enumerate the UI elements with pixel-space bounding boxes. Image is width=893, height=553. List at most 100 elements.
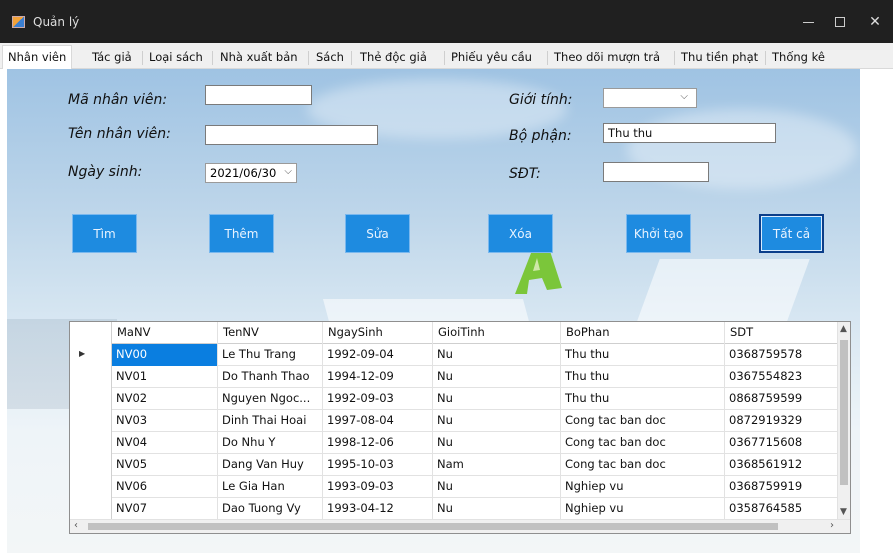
them-button[interactable]: Thêm (209, 214, 274, 253)
xoa-button[interactable]: Xóa (488, 214, 553, 253)
close-button[interactable]: ✕ (860, 8, 890, 36)
cell-sdt[interactable]: 0368561912 (725, 454, 840, 476)
cell-sdt[interactable]: 0367715608 (725, 432, 840, 454)
tab-tac-gia[interactable]: Tác giả (92, 48, 132, 68)
vertical-scrollbar[interactable]: ▲ ▼ (837, 322, 850, 519)
row-header[interactable] (70, 432, 112, 454)
cell-gioitinh[interactable]: Nu (433, 366, 561, 388)
ma-nv-input[interactable] (205, 85, 312, 105)
tat-ca-button[interactable]: Tất cả (759, 214, 824, 253)
cell-ngaysinh[interactable]: 1994-12-09 (323, 366, 433, 388)
bo-phan-input[interactable]: Thu thu (603, 123, 776, 143)
tab-the-doc-gia[interactable]: Thẻ độc giả (360, 48, 427, 68)
horizontal-scroll-thumb[interactable] (88, 523, 778, 530)
cell-gioitinh[interactable]: Nam (433, 454, 561, 476)
scroll-right-icon[interactable]: › (830, 520, 834, 531)
gioi-tinh-select[interactable]: ⌵ (603, 88, 697, 108)
table-row[interactable]: NV04 Do Nhu Y 1998-12-06 Nu Cong tac ban… (70, 432, 840, 454)
cell-gioitinh[interactable]: Nu (433, 432, 561, 454)
scroll-down-icon[interactable]: ▼ (840, 507, 847, 517)
scroll-up-icon[interactable]: ▲ (840, 324, 847, 334)
column-header-gioitinh[interactable]: GioiTinh (433, 322, 561, 344)
table-row[interactable]: NV01 Do Thanh Thao 1994-12-09 Nu Thu thu… (70, 366, 840, 388)
column-header-sdt[interactable]: SDT (725, 322, 840, 344)
employee-table[interactable]: MaNV TenNV NgaySinh GioiTinh BoPhan SDT … (69, 321, 851, 534)
cell-bophan[interactable]: Nghiep vu (561, 476, 725, 498)
cell-tennv[interactable]: Do Nhu Y (218, 432, 323, 454)
cell-gioitinh[interactable]: Nu (433, 476, 561, 498)
row-header[interactable] (70, 476, 112, 498)
table-row[interactable]: NV03 Dinh Thai Hoai 1997-08-04 Nu Cong t… (70, 410, 840, 432)
cell-ngaysinh[interactable]: 1992-09-04 (323, 344, 433, 366)
tab-nha-xuat-ban[interactable]: Nhà xuất bản (220, 48, 298, 68)
khoi-tao-button[interactable]: Khởi tạo (626, 214, 691, 253)
cell-gioitinh[interactable]: Nu (433, 388, 561, 410)
cell-sdt[interactable]: 0368759578 (725, 344, 840, 366)
maximize-button[interactable] (825, 8, 855, 36)
cell-tennv[interactable]: Dao Tuong Vy (218, 498, 323, 520)
row-header[interactable]: ▶ (70, 344, 112, 366)
row-header[interactable] (70, 388, 112, 410)
cell-manv[interactable]: NV05 (112, 454, 218, 476)
cell-ngaysinh[interactable]: 1998-12-06 (323, 432, 433, 454)
row-header[interactable] (70, 410, 112, 432)
cell-ngaysinh[interactable]: 1993-09-03 (323, 476, 433, 498)
table-row[interactable]: NV02 Nguyen Ngoc... 1992-09-03 Nu Thu th… (70, 388, 840, 410)
tab-nhan-vien[interactable]: Nhân viên (2, 45, 73, 69)
cell-sdt[interactable]: 0368759919 (725, 476, 840, 498)
cell-tennv[interactable]: Nguyen Ngoc... (218, 388, 323, 410)
column-header-manv[interactable]: MaNV (112, 322, 218, 344)
cell-sdt[interactable]: 0868759599 (725, 388, 840, 410)
tab-thong-ke[interactable]: Thống kê (772, 48, 825, 68)
vertical-scroll-thumb[interactable] (840, 340, 848, 485)
cell-bophan[interactable]: Thu thu (561, 344, 725, 366)
horizontal-scrollbar[interactable]: ‹ › (70, 519, 850, 533)
cell-ngaysinh[interactable]: 1995-10-03 (323, 454, 433, 476)
cell-tennv[interactable]: Do Thanh Thao (218, 366, 323, 388)
table-row[interactable]: NV05 Dang Van Huy 1995-10-03 Nam Cong ta… (70, 454, 840, 476)
cell-manv[interactable]: NV04 (112, 432, 218, 454)
cell-ngaysinh[interactable]: 1997-08-04 (323, 410, 433, 432)
cell-tennv[interactable]: Dang Van Huy (218, 454, 323, 476)
row-header[interactable] (70, 454, 112, 476)
cell-bophan[interactable]: Cong tac ban doc (561, 454, 725, 476)
row-header[interactable] (70, 366, 112, 388)
column-header-bophan[interactable]: BoPhan (561, 322, 725, 344)
cell-sdt[interactable]: 0872919329 (725, 410, 840, 432)
cell-tennv[interactable]: Le Gia Han (218, 476, 323, 498)
column-header-ngaysinh[interactable]: NgaySinh (323, 322, 433, 344)
cell-bophan[interactable]: Cong tac ban doc (561, 432, 725, 454)
column-header-tennv[interactable]: TenNV (218, 322, 323, 344)
tab-theo-doi-muon-tra[interactable]: Theo dõi mượn trả (554, 48, 660, 68)
row-header[interactable] (70, 498, 112, 520)
cell-manv[interactable]: NV00 (112, 344, 218, 366)
sdt-input[interactable] (603, 162, 709, 182)
ten-nv-input[interactable] (205, 125, 378, 145)
sua-button[interactable]: Sửa (345, 214, 410, 253)
tim-button[interactable]: Tìm (72, 214, 137, 253)
table-row[interactable]: NV07 Dao Tuong Vy 1993-04-12 Nu Nghiep v… (70, 498, 840, 520)
ngay-sinh-datepicker[interactable]: 2021/06/30 ⌵ (205, 163, 297, 183)
cell-tennv[interactable]: Le Thu Trang (218, 344, 323, 366)
cell-gioitinh[interactable]: Nu (433, 410, 561, 432)
cell-ngaysinh[interactable]: 1993-04-12 (323, 498, 433, 520)
table-row[interactable]: NV06 Le Gia Han 1993-09-03 Nu Nghiep vu … (70, 476, 840, 498)
tab-loai-sach[interactable]: Loại sách (149, 48, 203, 68)
cell-bophan[interactable]: Cong tac ban doc (561, 410, 725, 432)
cell-bophan[interactable]: Thu thu (561, 388, 725, 410)
cell-gioitinh[interactable]: Nu (433, 344, 561, 366)
cell-ngaysinh[interactable]: 1992-09-03 (323, 388, 433, 410)
cell-bophan[interactable]: Thu thu (561, 366, 725, 388)
cell-manv[interactable]: NV03 (112, 410, 218, 432)
cell-manv[interactable]: NV01 (112, 366, 218, 388)
cell-tennv[interactable]: Dinh Thai Hoai (218, 410, 323, 432)
cell-manv[interactable]: NV07 (112, 498, 218, 520)
cell-gioitinh[interactable]: Nu (433, 498, 561, 520)
minimize-button[interactable] (793, 8, 823, 36)
cell-bophan[interactable]: Nghiep vu (561, 498, 725, 520)
cell-manv[interactable]: NV02 (112, 388, 218, 410)
table-row[interactable]: ▶ NV00 Le Thu Trang 1992-09-04 Nu Thu th… (70, 344, 840, 366)
tab-sach[interactable]: Sách (316, 48, 344, 68)
cell-sdt[interactable]: 0358764585 (725, 498, 840, 520)
scroll-left-icon[interactable]: ‹ (74, 520, 78, 531)
